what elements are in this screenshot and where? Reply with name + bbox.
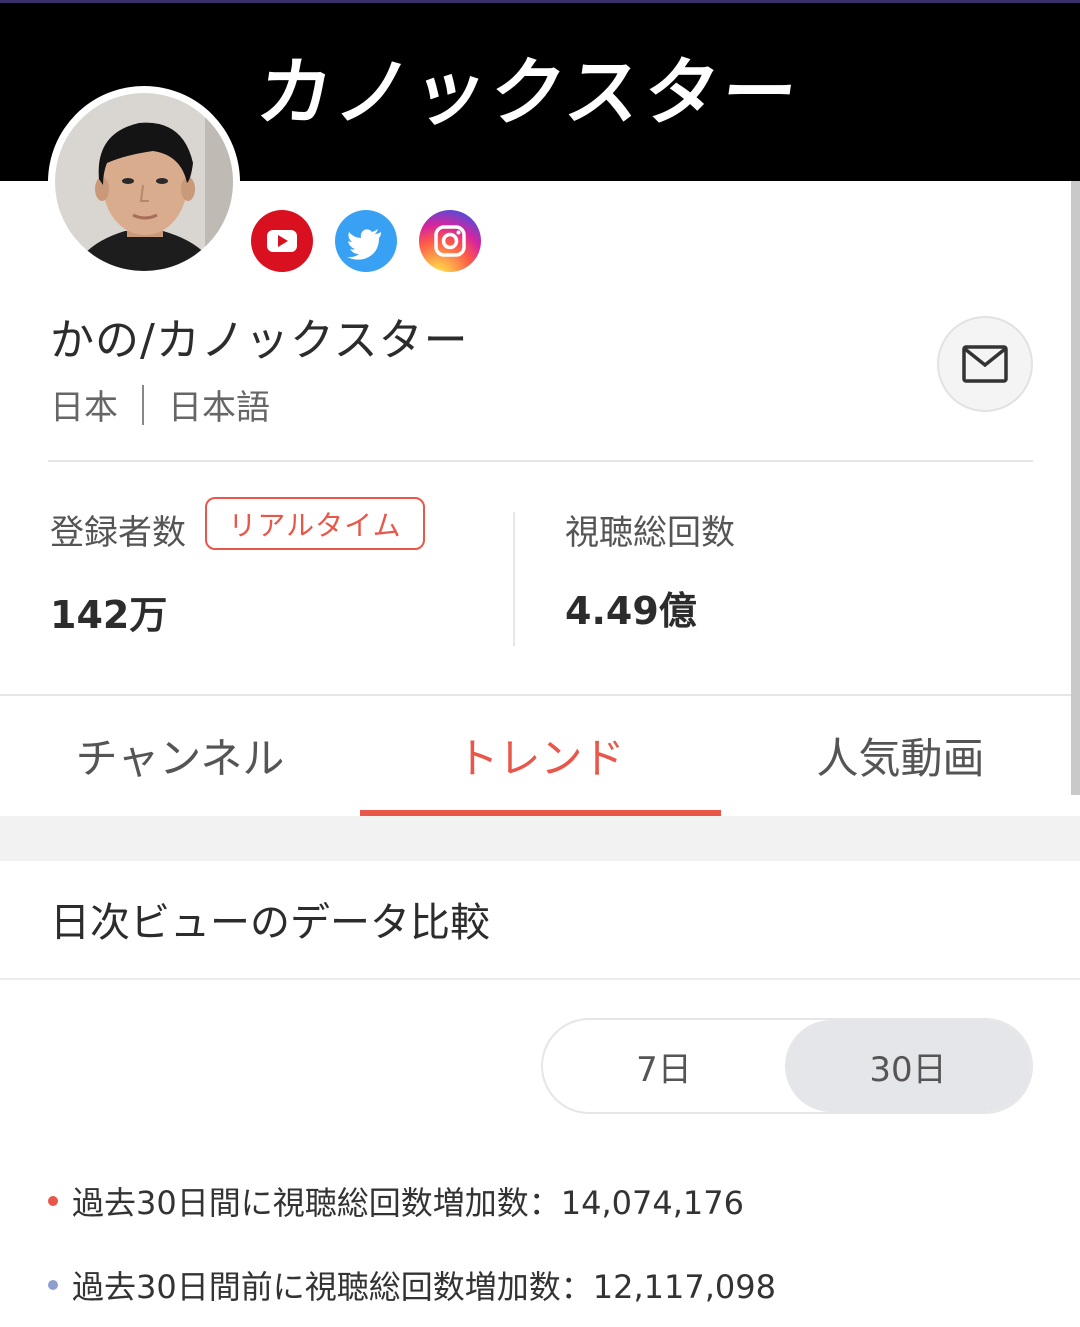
subscribers-label: 登録者数 xyxy=(50,513,186,553)
section-separator xyxy=(0,816,1080,861)
instagram-icon[interactable] xyxy=(419,210,481,272)
banner-title: カノックスター xyxy=(251,50,807,136)
previous-period-views: 過去30日間前に視聴総回数増加数：12,117,098 xyxy=(72,1268,776,1306)
tab-label: トレンド xyxy=(456,733,625,783)
language-label: 日本語 xyxy=(168,388,270,428)
avatar xyxy=(48,86,240,278)
divider xyxy=(0,978,1080,980)
current-period-views: 過去30日間に視聴総回数増加数：14,074,176 xyxy=(72,1184,744,1222)
bullet-dot xyxy=(48,1196,58,1206)
range-option-30d[interactable]: 30日 xyxy=(785,1020,1031,1112)
tab-channel[interactable]: チャンネル xyxy=(0,700,360,810)
stat-divider xyxy=(513,512,515,646)
youtube-icon[interactable] xyxy=(251,210,313,272)
range-toggle[interactable]: 7日 30日 xyxy=(541,1018,1033,1114)
channel-name: かの/カノックスター xyxy=(50,315,469,366)
list-item: 過去30日間に視聴総回数増加数：14,074,176 xyxy=(48,1178,744,1224)
views-value: 4.49億 xyxy=(565,589,697,633)
tab-label: チャンネル xyxy=(75,733,285,783)
subscribers-value: 142万 xyxy=(50,593,168,637)
twitter-icon[interactable] xyxy=(335,210,397,272)
country-label: 日本 xyxy=(50,388,118,428)
realtime-badge: リアルタイム xyxy=(205,497,425,550)
divider xyxy=(48,460,1033,462)
bullet-dot xyxy=(48,1280,58,1290)
meta-separator xyxy=(142,384,144,425)
avatar-image xyxy=(55,93,233,271)
contact-button[interactable] xyxy=(937,316,1033,412)
range-option-7d[interactable]: 7日 xyxy=(543,1020,785,1112)
tab-trend[interactable]: トレンド xyxy=(360,700,721,810)
section-title: 日次ビューのデータ比較 xyxy=(50,900,490,946)
list-item: 過去30日間前に視聴総回数増加数：12,117,098 xyxy=(48,1262,776,1308)
channel-meta: 日本 日本語 xyxy=(50,380,270,429)
views-label: 視聴総回数 xyxy=(565,513,735,553)
tab-popular-videos[interactable]: 人気動画 xyxy=(721,700,1080,810)
mail-icon xyxy=(962,345,1008,383)
tab-label: 人気動画 xyxy=(816,733,985,783)
divider xyxy=(0,694,1071,696)
